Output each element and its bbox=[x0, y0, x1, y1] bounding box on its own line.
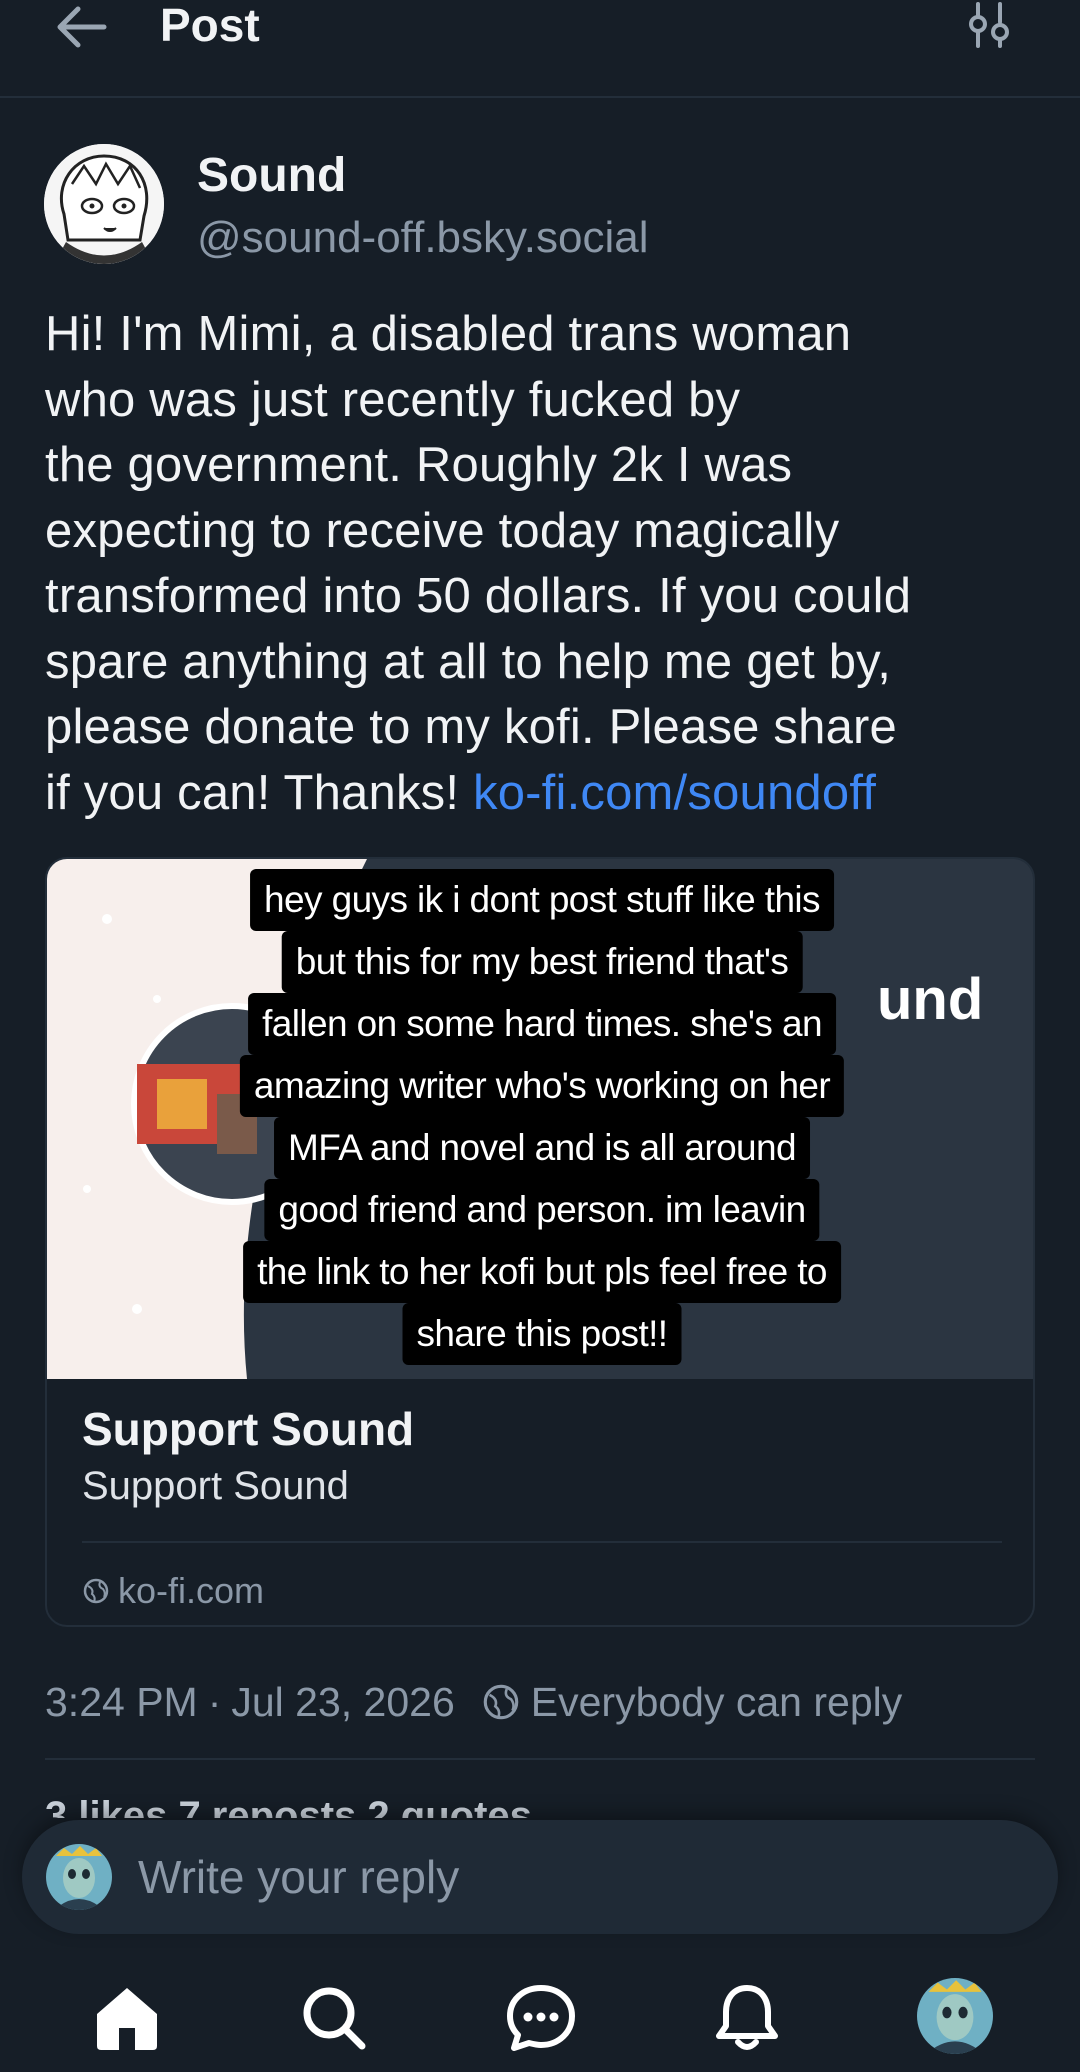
link-preview-title: Support Sound bbox=[82, 1403, 415, 1455]
link-preview-description: Support Sound bbox=[82, 1464, 349, 1508]
post-text-line: expecting to receive today magically bbox=[45, 503, 840, 558]
post-text-line: the government. Roughly 2k I was bbox=[45, 438, 793, 492]
divider bbox=[82, 1541, 1002, 1543]
link-preview-footer: Support Sound Support Sound ko-fi.com bbox=[47, 1379, 1033, 1625]
meta-separator: · bbox=[207, 1678, 222, 1725]
post-text-line: if you can! Thanks! ko-fi.com/soundoff bbox=[45, 761, 1055, 827]
link-preview-card[interactable]: und hey guys ik i dont post stuff like t… bbox=[45, 857, 1035, 1627]
caption-line: share this post!! bbox=[402, 1303, 682, 1365]
page-title: Post bbox=[160, 0, 260, 51]
avatar-illustration bbox=[917, 1978, 993, 2054]
arrow-left-icon bbox=[57, 6, 107, 48]
nav-profile-avatar[interactable] bbox=[917, 1978, 993, 2054]
post-text-line: please donate to my kofi. Please share bbox=[45, 700, 897, 754]
search-icon bbox=[303, 1987, 366, 2050]
post-text-line: spare anything at all to help me get by, bbox=[45, 634, 892, 689]
caption-line: but this for my best friend that's bbox=[281, 931, 803, 993]
nav-notifications[interactable] bbox=[709, 1980, 785, 2056]
home-icon bbox=[97, 1988, 157, 2050]
header: Post bbox=[0, 0, 1080, 98]
nav-home[interactable] bbox=[89, 1980, 165, 2056]
caption-line: the link to her kofi but pls feel free t… bbox=[243, 1241, 841, 1303]
link-preview-image: und hey guys ik i dont post stuff like t… bbox=[47, 859, 1033, 1379]
divider bbox=[45, 1758, 1035, 1760]
domain-text: ko-fi.com bbox=[118, 1570, 265, 1611]
bell-icon bbox=[716, 1985, 778, 2050]
current-user-avatar bbox=[46, 1844, 112, 1910]
caption-line: amazing writer who's working on her bbox=[239, 1055, 845, 1117]
post-text-line: who was just recently fucked by bbox=[45, 372, 741, 427]
thread-options-button[interactable] bbox=[962, 2, 1016, 52]
post-meta: 3:24 PM · Jul 23, 2026 Everybody can rep… bbox=[45, 1672, 902, 1732]
chat-icon bbox=[507, 1985, 575, 2051]
author-display-name[interactable]: Sound bbox=[197, 148, 346, 204]
avatar-illustration bbox=[46, 1844, 112, 1910]
nav-chat[interactable] bbox=[503, 1980, 579, 2056]
post-text-line: Hi! I'm Mimi, a disabled trans woman bbox=[45, 307, 852, 361]
bottom-navigation bbox=[0, 1950, 1080, 2072]
reply-setting[interactable]: Everybody can reply bbox=[531, 1679, 902, 1726]
globe-icon bbox=[483, 1684, 519, 1720]
caption-line: hey guys ik i dont post stuff like this bbox=[250, 869, 834, 931]
sliders-icon bbox=[969, 2, 1009, 48]
post-body: Hi! I'm Mimi, a disabled trans woman who… bbox=[45, 302, 1055, 826]
caption-overlay: hey guys ik i dont post stuff like this … bbox=[47, 859, 1033, 1379]
caption-line: good friend and person. im leavin bbox=[264, 1179, 820, 1241]
kofi-link[interactable]: ko-fi.com/soundoff bbox=[473, 766, 876, 820]
post-date: Jul 23, 2026 bbox=[231, 1678, 455, 1725]
author-avatar[interactable] bbox=[44, 144, 164, 264]
author-handle[interactable]: @sound-off.bsky.social bbox=[197, 212, 648, 264]
post-text-last: if you can! Thanks! bbox=[45, 765, 473, 820]
caption-line: fallen on some hard times. she's an bbox=[248, 993, 836, 1055]
post-text-line: transformed into 50 dollars. If you coul… bbox=[45, 569, 912, 623]
nav-search[interactable] bbox=[296, 1980, 372, 2056]
caption-line: MFA and novel and is all around bbox=[274, 1117, 810, 1179]
reply-composer[interactable]: Write your reply bbox=[22, 1820, 1058, 1934]
post-time: 3:24 PM bbox=[45, 1678, 198, 1725]
avatar-illustration bbox=[44, 144, 164, 264]
reply-setting-icon-wrap bbox=[481, 1682, 521, 1722]
reply-input[interactable]: Write your reply bbox=[138, 1850, 459, 1904]
back-button[interactable] bbox=[52, 2, 112, 52]
engagement-stats[interactable]: 3 likes 7 reposts 2 quotes bbox=[45, 1796, 532, 1818]
globe-icon bbox=[83, 1578, 109, 1604]
link-preview-domain: ko-fi.com bbox=[82, 1569, 264, 1613]
